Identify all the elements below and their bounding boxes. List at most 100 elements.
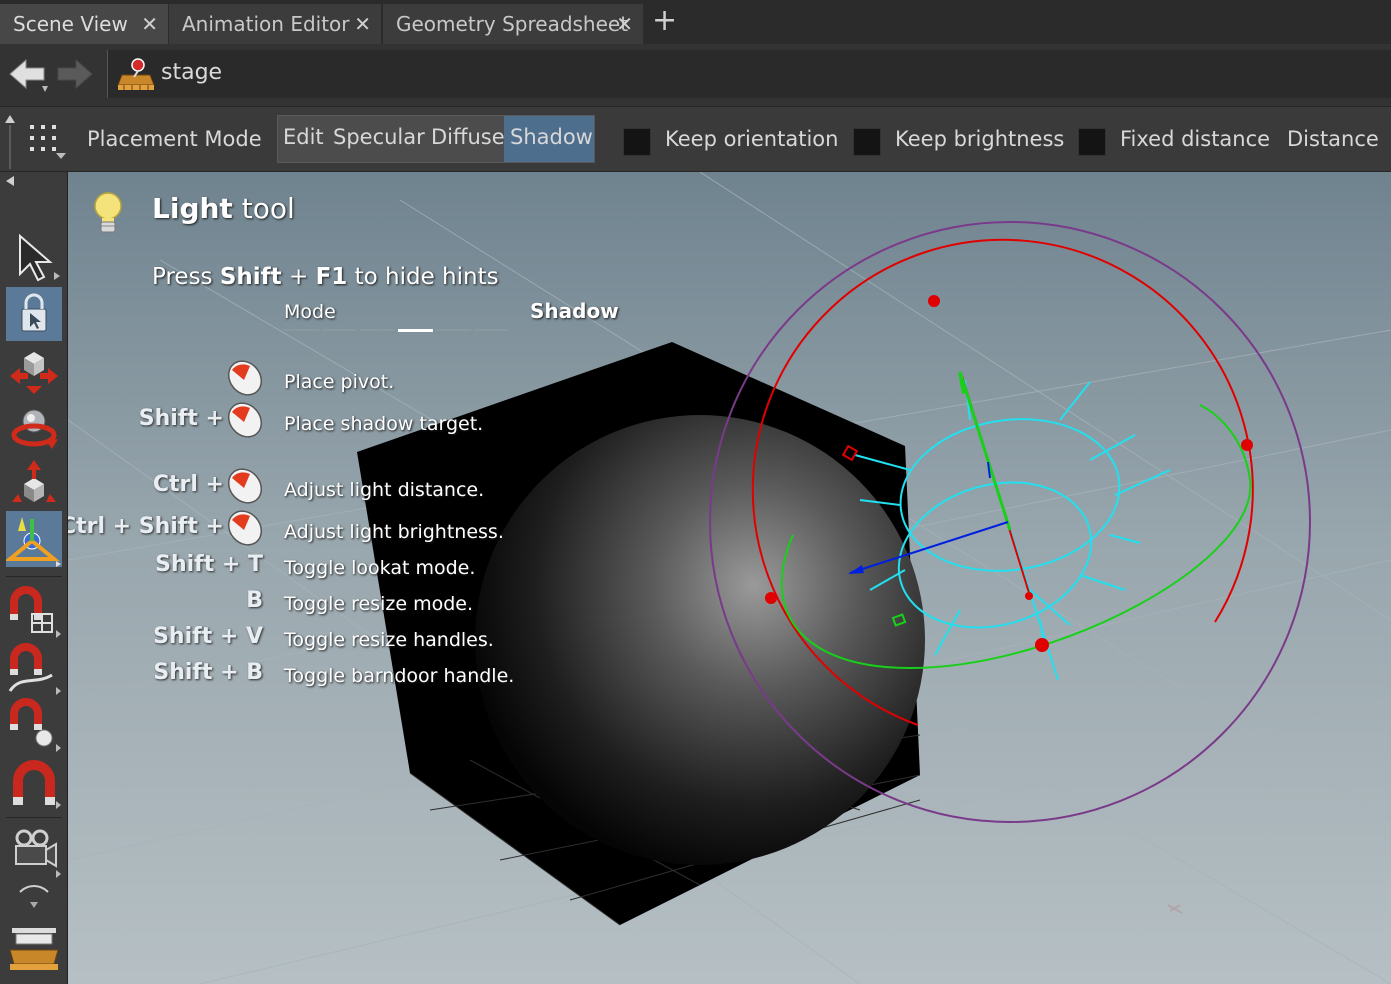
- hint-desc: Place shadow target.: [284, 413, 484, 435]
- hint-sub-plus: +: [281, 264, 316, 290]
- add-tab-button[interactable]: +: [652, 6, 677, 36]
- keep-brightness-checkbox[interactable]: [853, 128, 881, 156]
- tab-label: Animation Editor: [182, 12, 350, 36]
- hint-sub-post: to hide hints: [347, 264, 499, 290]
- stage-icon: [9, 928, 59, 970]
- mode-indicator: [284, 329, 514, 332]
- stage-icon: [117, 58, 155, 90]
- light-tool-button[interactable]: [4, 511, 62, 567]
- stage-tool-button[interactable]: [6, 920, 62, 974]
- path-text: stage: [161, 60, 223, 85]
- mode-edit-button[interactable]: Edit: [283, 125, 324, 149]
- snap-curve-button[interactable]: [6, 641, 62, 695]
- close-icon[interactable]: ✕: [141, 12, 158, 36]
- scale-tool-button[interactable]: [6, 458, 62, 512]
- mode-dash: [474, 329, 509, 331]
- distance-label: Distance: [1287, 127, 1379, 151]
- hint-mode-label: Mode: [284, 301, 336, 323]
- hint-sub-pre: Press: [152, 264, 220, 290]
- rotate-tool-button[interactable]: [6, 401, 62, 455]
- mode-dash: [322, 329, 357, 331]
- hint-row-keys: Shift + T: [68, 550, 268, 590]
- mouse-left-click-icon: [227, 510, 263, 546]
- tab-label: Geometry Spreadsheet: [396, 12, 629, 36]
- tab-animation-editor[interactable]: Animation Editor ✕: [169, 4, 381, 44]
- hint-mode-value: Shadow: [530, 299, 619, 323]
- keep-orientation-checkbox[interactable]: [623, 128, 651, 156]
- hint-title-rest: tool: [232, 192, 295, 225]
- path-field[interactable]: stage: [107, 50, 1391, 98]
- mode-dash: [436, 329, 471, 331]
- tool-options-bar: Placement Mode Edit Specular Diffuse Sha…: [0, 106, 1391, 172]
- more-tools-icon[interactable]: [16, 880, 52, 910]
- close-icon[interactable]: ✕: [354, 12, 371, 36]
- snap-magnet-icon: [13, 760, 61, 809]
- hint-title: Light tool: [152, 192, 295, 225]
- tool-hints-overlay: Light tool Press Shift + F1 to hide hint…: [68, 172, 768, 732]
- lock-select-button[interactable]: [6, 287, 62, 341]
- grid-menu-icon[interactable]: [28, 123, 68, 163]
- hint-desc: Toggle barndoor handle.: [284, 665, 515, 687]
- hint-desc: Place pivot.: [284, 371, 395, 393]
- select-tool-button[interactable]: [6, 230, 62, 284]
- snap-grid-button[interactable]: [6, 584, 62, 638]
- mouse-left-click-icon: [227, 468, 263, 504]
- toolbar-divider: [6, 817, 62, 818]
- snap-point-button[interactable]: [6, 698, 62, 752]
- hint-key: Ctrl +: [152, 472, 224, 497]
- lock-select-icon: [21, 293, 47, 332]
- move-tool-icon: [10, 352, 58, 394]
- collapse-up-icon[interactable]: [2, 111, 18, 171]
- collapse-left-icon[interactable]: [2, 174, 18, 188]
- hint-desc: Toggle resize mode.: [284, 593, 474, 615]
- keep-orientation-label: Keep orientation: [665, 127, 839, 151]
- scale-tool-icon: [12, 460, 56, 502]
- camera-tool-button[interactable]: [6, 824, 62, 878]
- mode-dash-active: [398, 329, 433, 332]
- move-tool-button[interactable]: [6, 344, 62, 398]
- hint-row-keys: Shift + B: [68, 658, 268, 698]
- hint-key: B: [246, 588, 263, 613]
- hint-desc: Toggle resize handles.: [284, 629, 494, 651]
- back-arrow-icon[interactable]: [6, 56, 48, 96]
- snap-point-icon: [10, 698, 61, 752]
- hint-desc: Toggle lookat mode.: [284, 557, 476, 579]
- mode-shadow-button[interactable]: Shadow: [510, 125, 593, 149]
- keep-brightness-label: Keep brightness: [895, 127, 1065, 151]
- close-icon[interactable]: ✕: [616, 12, 633, 36]
- select-arrow-icon: [19, 233, 60, 282]
- camera-icon: [15, 829, 61, 878]
- hint-row-keys: B: [68, 586, 268, 626]
- hint-key: Shift + B: [153, 660, 263, 685]
- hint-desc: Adjust light brightness.: [284, 521, 504, 543]
- hint-key: Shift + V: [153, 624, 263, 649]
- hint-key: Ctrl + Shift +: [68, 514, 224, 539]
- hint-title-bold: Light: [152, 192, 233, 225]
- scene-viewport[interactable]: Light tool Press Shift + F1 to hide hint…: [68, 172, 1391, 984]
- mode-selector: Edit Specular Diffuse Shadow: [277, 115, 595, 163]
- tab-geometry-spreadsheet[interactable]: Geometry Spreadsheet ✕: [383, 4, 643, 44]
- snap-grid-icon: [10, 586, 61, 638]
- mouse-left-click-icon: [227, 360, 263, 396]
- tab-bar: Scene View ✕ Animation Editor ✕ Geometry…: [0, 0, 1391, 44]
- rotate-tool-icon: [11, 409, 58, 449]
- toolbar-divider: [6, 576, 62, 577]
- grid-labels: [887, 739, 1183, 914]
- placement-mode-label[interactable]: Placement Mode: [87, 127, 262, 151]
- mode-specular-button[interactable]: Specular: [333, 125, 425, 149]
- hint-subtitle: Press Shift + F1 to hide hints: [152, 264, 499, 290]
- hint-desc: Adjust light distance.: [284, 479, 485, 501]
- fixed-distance-checkbox[interactable]: [1078, 128, 1106, 156]
- tab-scene-view[interactable]: Scene View ✕: [0, 4, 168, 44]
- snap-magnet-button[interactable]: [6, 755, 62, 809]
- mode-dash: [284, 329, 319, 331]
- hint-sub-key2: F1: [315, 264, 348, 290]
- mode-diffuse-button[interactable]: Diffuse: [431, 125, 505, 149]
- hint-key: Shift + T: [155, 552, 263, 577]
- mode-dash: [360, 329, 395, 331]
- hint-sub-key1: Shift: [219, 264, 282, 290]
- tab-label: Scene View: [13, 12, 128, 36]
- forward-arrow-icon[interactable]: [56, 56, 96, 96]
- mouse-left-click-icon: [227, 402, 263, 438]
- snap-curve-icon: [8, 643, 61, 695]
